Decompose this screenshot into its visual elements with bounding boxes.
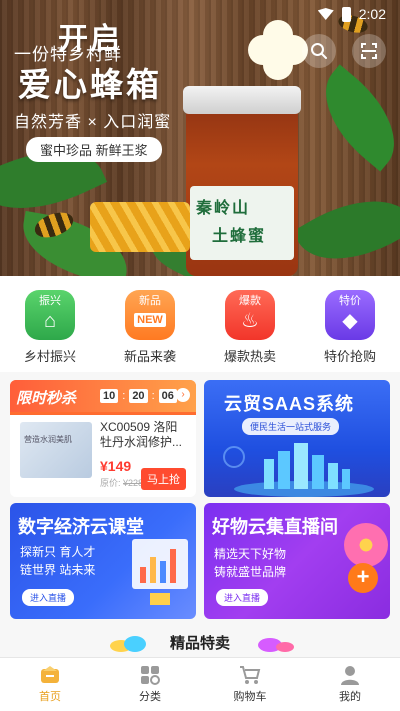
bottom-tab-bar: 首页 分类 购物车 我的 [0, 657, 400, 711]
tab-cart[interactable]: 购物车 [200, 658, 300, 711]
cloud-class-title: 数字经济云课堂 [18, 517, 144, 537]
jar-label-line1: 秦岭山 [196, 200, 251, 217]
live-room-card[interactable]: 好物云集直播间 精选天下好物 铸就盛世品牌 进入直播 + [204, 503, 390, 619]
product-thumbnail: 营造水润美肌 [20, 422, 92, 478]
cloud-class-line1: 探新只 育人才 [20, 545, 96, 559]
product-thumb-text: 营造水润美肌 [24, 435, 72, 444]
section-header: 精品特卖 [0, 630, 400, 658]
product-price: ¥149 [100, 458, 132, 474]
decor-blob [124, 636, 146, 652]
deal-category-icon: 特价 ◆ [325, 290, 375, 340]
home-icon [39, 665, 61, 685]
tab-label: 首页 [39, 691, 61, 703]
rural-category-icon: 振兴 ⌂ [25, 290, 75, 340]
saas-pill: 便民生活一站式服务 [242, 418, 340, 435]
new-category-icon: 新品 NEW [125, 290, 175, 340]
cloud-class-card[interactable]: 数字经济云课堂 探新只 育人才 链世界 站未来 进入直播 [10, 503, 196, 619]
timer-minutes: 20 [129, 389, 148, 403]
house-icon: ⌂ [43, 310, 57, 332]
cloud-class-text: 探新只 育人才 链世界 站未来 [20, 543, 95, 579]
grid-icon [139, 665, 161, 685]
scan-button[interactable] [352, 34, 386, 68]
category-label: 爆款热卖 [223, 349, 276, 364]
live-text: 精选天下好物 铸就盛世品牌 [214, 545, 286, 581]
jar-label-line2: 土蜂蜜 [212, 228, 267, 245]
live-line2: 铸就盛世品牌 [214, 565, 287, 579]
category-hot-sellers[interactable]: 爆款 ♨ 爆款热卖 [200, 276, 300, 372]
category-badge: 新品 [139, 295, 161, 307]
countdown-timer: 10 : 20 : 06 [100, 389, 177, 403]
hot-category-icon: 爆款 ♨ [225, 290, 275, 340]
city-illustration [223, 443, 374, 497]
enter-live-button[interactable]: 进入直播 [216, 589, 269, 606]
buy-now-button[interactable]: 马上抢 [141, 468, 186, 490]
flower-decoration [248, 20, 308, 80]
category-label: 乡村振兴 [23, 349, 76, 364]
battery-icon [341, 6, 351, 22]
timer-hours: 10 [100, 389, 119, 403]
hero-banner[interactable]: 秦岭山 土蜂蜜 开启 一份特乡村鲜 爱心蜂箱 自然芳香 × 入口润蜜 蜜中珍品 … [0, 0, 400, 276]
hero-tagline: 自然芳香 × 入口润蜜 [14, 114, 172, 131]
category-badge: 爆款 [239, 295, 261, 307]
category-new-products[interactable]: 新品 NEW 新品来袭 [100, 276, 200, 372]
tab-home[interactable]: 首页 [0, 658, 100, 711]
live-line1: 精选天下好物 [214, 547, 287, 561]
app-screen: 秦岭山 土蜂蜜 开启 一份特乡村鲜 爱心蜂箱 自然芳香 × 入口润蜜 蜜中珍品 … [0, 0, 400, 711]
enter-live-button[interactable]: 进入直播 [22, 589, 75, 606]
live-title: 好物云集直播间 [212, 517, 338, 537]
category-label: 特价抢购 [323, 349, 376, 364]
saas-title: 云贸SAAS系统 [224, 394, 355, 414]
category-nav: 振兴 ⌂ 乡村振兴 新品 NEW 新品来袭 爆款 ♨ 爆款热卖 特价 ◆ 特价抢… [0, 276, 400, 372]
category-badge: 振兴 [39, 295, 61, 307]
wifi-icon [317, 8, 334, 20]
timer-separator: : [151, 390, 155, 402]
tab-label: 购物车 [233, 691, 267, 703]
saas-system-card[interactable]: 云贸SAAS系统 便民生活一站式服务 [204, 380, 390, 497]
category-rural-revitalization[interactable]: 振兴 ⌂ 乡村振兴 [0, 276, 100, 372]
bar-chart-illustration [132, 539, 188, 605]
add-icon[interactable]: + [348, 563, 378, 593]
honeycomb-image [90, 202, 190, 252]
tab-label: 分类 [139, 691, 161, 703]
category-special-deals[interactable]: 特价 ◆ 特价抢购 [300, 276, 400, 372]
hero-title-main: 爱心蜂箱 [18, 66, 162, 103]
new-tag-icon: NEW [134, 313, 166, 327]
flash-sale-tag: 限时秒杀 [16, 390, 77, 407]
cloud-class-line2: 链世界 站未来 [20, 563, 96, 577]
jar-lid [183, 86, 301, 114]
search-icon [311, 43, 327, 59]
flash-product[interactable]: 营造水润美肌 XC00509 洛阳牡丹水润修护... ¥149 原价: ¥228… [14, 416, 192, 494]
honey-jar-image: 秦岭山 土蜂蜜 [183, 86, 301, 276]
original-price: 原价: ¥228 [100, 476, 143, 489]
cart-icon [239, 665, 261, 685]
price-tag-icon: ◆ [342, 310, 358, 332]
category-label: 新品来袭 [123, 349, 176, 364]
section-title: 精品特卖 [169, 635, 230, 652]
status-time: 2:02 [358, 6, 386, 22]
flash-sale-card[interactable]: 限时秒杀 10 : 20 : 06 › 营造水润美肌 XC00509 洛阳牡丹水… [10, 380, 196, 497]
hero-pill: 蜜中珍品 新鲜王浆 [26, 137, 162, 162]
timer-separator: : [122, 390, 126, 402]
search-button[interactable] [302, 34, 336, 68]
fire-icon: ♨ [241, 310, 259, 332]
original-price-label: 原价: [100, 478, 124, 488]
tab-label: 我的 [339, 691, 361, 703]
tab-profile[interactable]: 我的 [300, 658, 400, 711]
user-icon [339, 665, 361, 685]
flower-decoration [344, 523, 388, 567]
status-bar: 2:02 [317, 6, 386, 22]
category-badge: 特价 [339, 295, 361, 307]
decor-blob [276, 642, 294, 652]
product-name: XC00509 洛阳牡丹水润修护... [100, 420, 183, 449]
chevron-right-icon[interactable]: › [176, 388, 190, 402]
jar-label: 秦岭山 土蜂蜜 [190, 186, 294, 260]
scan-icon [361, 43, 377, 59]
timer-seconds: 06 [158, 389, 177, 403]
tab-category[interactable]: 分类 [100, 658, 200, 711]
